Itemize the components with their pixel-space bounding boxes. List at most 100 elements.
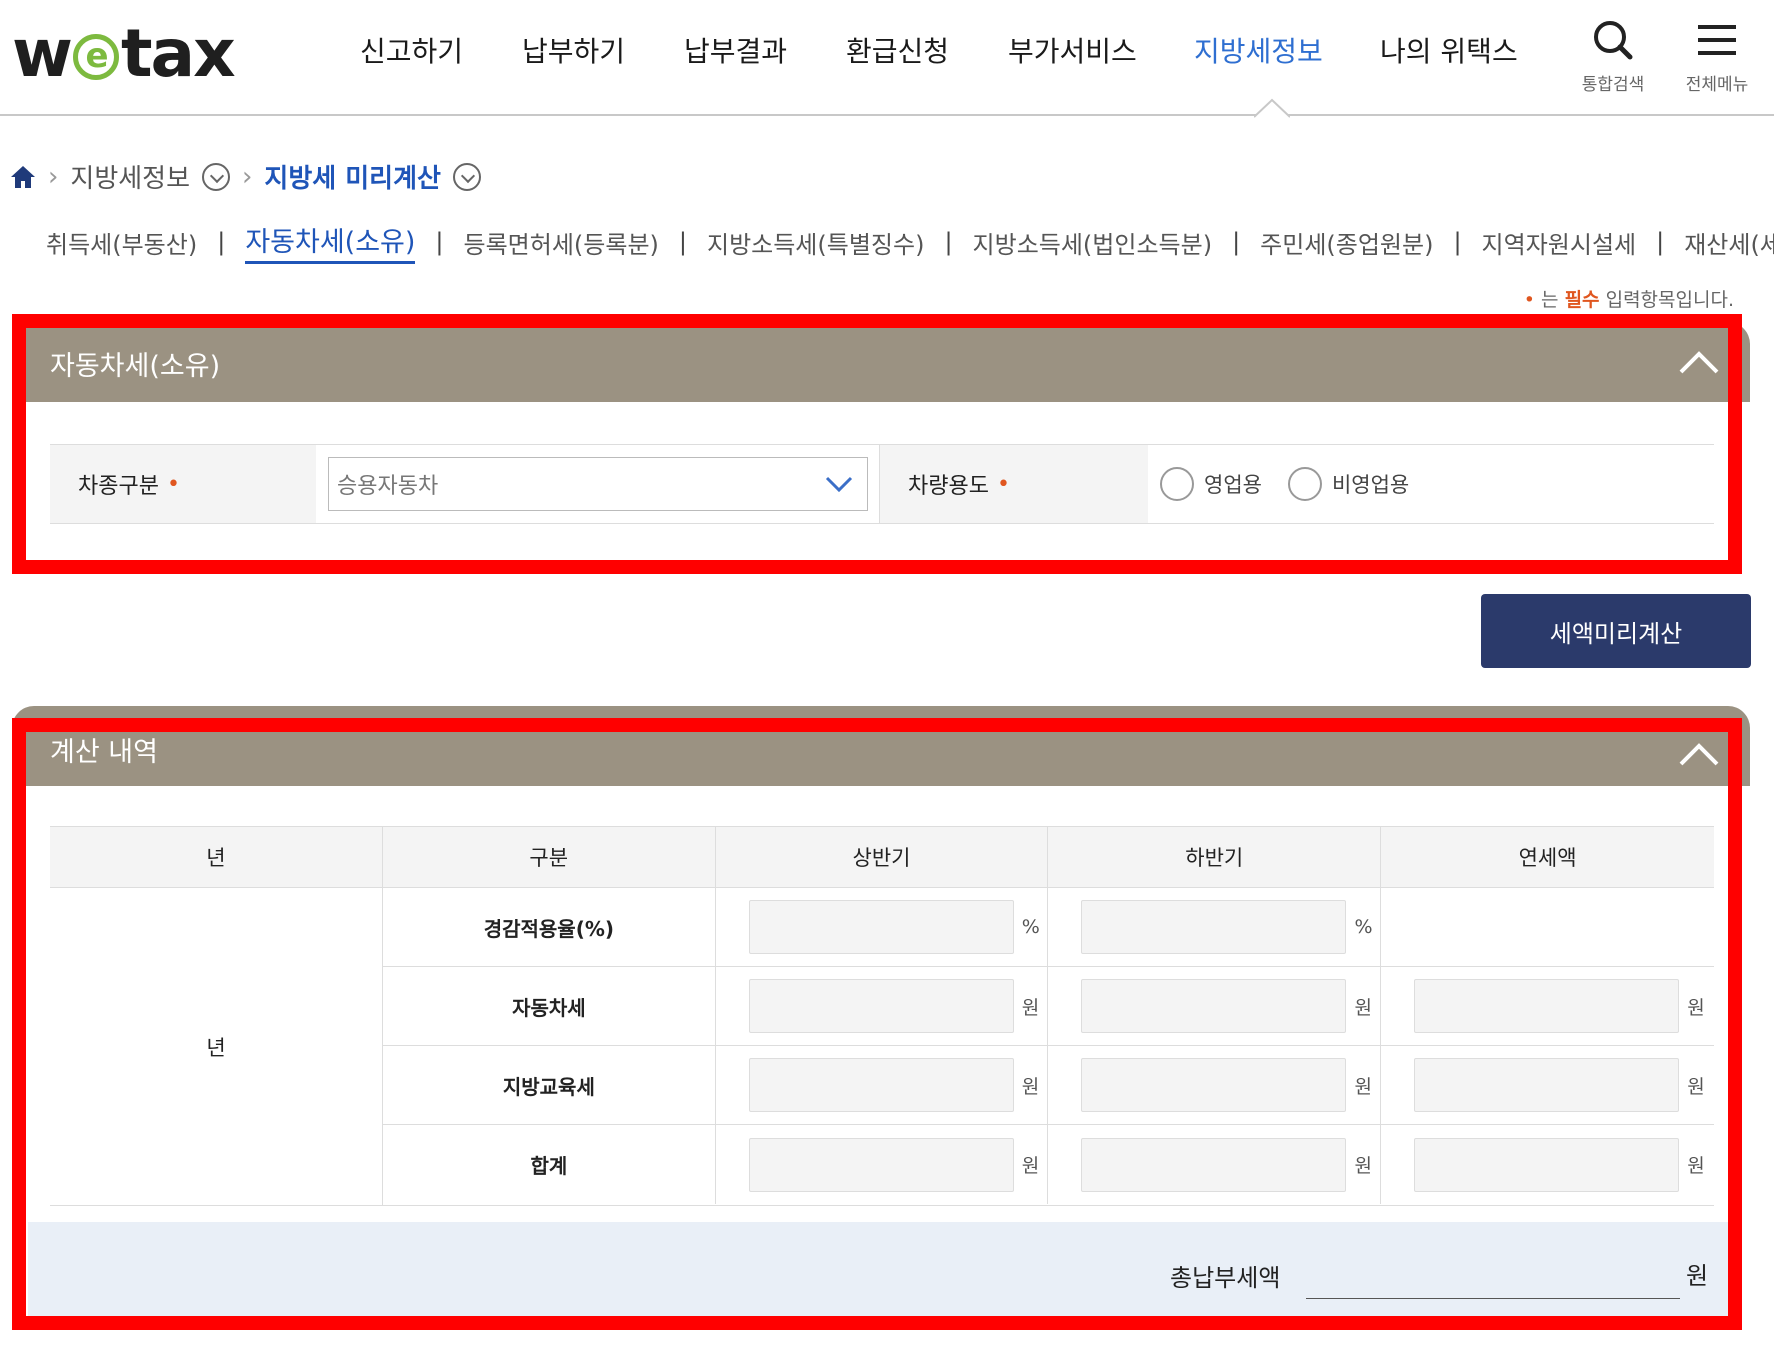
total-payment-value-line	[1306, 1298, 1680, 1299]
row-label-local-education-tax: 지방교육세	[383, 1046, 716, 1124]
breadcrumb-separator-icon: ›	[48, 161, 59, 192]
nav-payment-result[interactable]: 납부결과	[684, 30, 846, 70]
breadcrumb-level1[interactable]: 지방세정보	[70, 158, 190, 195]
breadcrumb-separator-icon: ›	[242, 161, 253, 192]
total-payment-unit: 원	[1686, 1262, 1709, 1290]
tab-divider: |	[944, 228, 953, 256]
hamburger-menu-icon	[1698, 25, 1736, 55]
result-table-body: 년 경감적용율(%) % % 자동차세 원 원 원 지방교육세 원 원 원 합계…	[50, 888, 1714, 1206]
col-year: 년	[50, 827, 383, 887]
year-cell: 년	[50, 888, 383, 1206]
breadcrumb: › 지방세정보 › 지방세 미리계산	[10, 158, 481, 195]
tax-subtabs: 취득세(부동산) | 자동차세(소유) | 등록면허세(등록분) | 지방소득세…	[46, 220, 1774, 264]
row-label-reduction-rate: 경감적용율(%)	[383, 888, 716, 966]
subtab-property-tax[interactable]: 재산세(세율특례)	[1684, 225, 1774, 260]
vehicle-tax-panel-header: 자동차세(소유)	[12, 322, 1750, 402]
required-fields-note: • 는 필수 입력항목입니다.	[1523, 289, 1734, 311]
vehicle-tax-annual-field	[1414, 979, 1680, 1033]
usage-radio-commercial[interactable]: 영업용	[1160, 467, 1262, 501]
table-row: 지방교육세 원 원 원	[383, 1046, 1714, 1125]
table-row: 자동차세 원 원 원	[383, 967, 1714, 1046]
vehicle-usage-label: 차량용도	[908, 474, 989, 499]
table-row: 합계 원 원 원	[383, 1125, 1714, 1204]
search-label: 통합검색	[1581, 75, 1645, 95]
nav-additional-services[interactable]: 부가서비스	[1008, 30, 1194, 70]
menu-label: 전체메뉴	[1685, 75, 1749, 95]
nav-my-wetax[interactable]: 나의 위택스	[1380, 30, 1530, 70]
radio-circle[interactable]	[1160, 467, 1194, 501]
tab-divider: |	[217, 228, 226, 256]
logo-e-circle: e	[72, 34, 119, 80]
total-second-half-field	[1081, 1137, 1347, 1192]
nav-file-return[interactable]: 신고하기	[360, 30, 522, 70]
collapse-chevron-up-icon[interactable]	[1678, 346, 1720, 376]
chevron-down-icon	[825, 476, 853, 493]
vehicle-type-label-cell: 차종구분 •	[50, 445, 316, 523]
unit-label: 원	[1687, 1155, 1705, 1177]
panel-title: 자동차세(소유)	[50, 351, 221, 382]
unit-label: %	[1021, 916, 1040, 938]
subtab-vehicle-tax[interactable]: 자동차세(소유)	[245, 220, 416, 264]
subtab-local-income-tax-special[interactable]: 지방소득세(특별징수)	[707, 225, 924, 260]
nav-refund[interactable]: 환급신청	[846, 30, 1008, 70]
vehicle-usage-cell: 영업용 비영업용	[1148, 445, 1435, 523]
education-tax-first-half-field	[748, 1058, 1014, 1112]
home-icon[interactable]	[10, 165, 36, 189]
collapse-chevron-up-icon[interactable]	[1678, 738, 1720, 768]
logo-text-w: w	[12, 14, 73, 92]
required-mark: •	[996, 471, 1010, 497]
tab-divider: |	[1453, 228, 1462, 256]
vehicle-type-select[interactable]: 승용자동차	[328, 457, 868, 511]
panel-title: 계산 내역	[50, 737, 158, 768]
breadcrumb-level1-dropdown-icon[interactable]	[202, 162, 231, 191]
unit-label: 원	[1354, 1155, 1372, 1177]
col-category: 구분	[383, 827, 716, 887]
subtab-acquisition-tax[interactable]: 취득세(부동산)	[46, 225, 197, 260]
radio-circle[interactable]	[1287, 467, 1322, 501]
education-tax-second-half-field	[1081, 1058, 1347, 1112]
usage-option-commercial: 영업용	[1204, 473, 1262, 497]
search-icon	[1594, 21, 1633, 60]
col-annual: 연세액	[1518, 846, 1577, 870]
unit-label: 원	[1687, 1075, 1705, 1098]
unit-label: 원	[1021, 996, 1040, 1019]
row-label-vehicle-tax: 자동차세	[383, 967, 716, 1045]
unit-label: 원	[1687, 996, 1705, 1019]
table-row: 경감적용율(%) % %	[383, 888, 1714, 967]
result-table-header: 년 구분 상반기 하반기 연세액	[50, 826, 1714, 888]
usage-option-noncommercial: 비영업용	[1331, 473, 1410, 497]
active-nav-indicator	[1254, 98, 1290, 118]
subtab-local-income-tax-corporate[interactable]: 지방소득세(법인소득분)	[973, 225, 1213, 260]
all-menu[interactable]: 전체메뉴	[1672, 18, 1762, 95]
breadcrumb-level2[interactable]: 지방세 미리계산	[264, 158, 441, 195]
nav-local-tax-info[interactable]: 지방세정보	[1194, 30, 1380, 70]
wetax-logo[interactable]: w e tax	[12, 15, 236, 92]
unit-label: 원	[1354, 1075, 1372, 1098]
tab-divider: |	[1656, 228, 1665, 256]
subtab-regional-resource-tax[interactable]: 지역자원시설세	[1482, 225, 1637, 260]
calculate-tax-button[interactable]: 세액미리계산	[1481, 594, 1751, 668]
col-second-half: 하반기	[1048, 827, 1382, 887]
tab-divider: |	[1232, 228, 1241, 256]
unit-label: %	[1354, 916, 1373, 938]
total-annual-field	[1414, 1137, 1680, 1192]
subtab-registration-license-tax[interactable]: 등록면허세(등록분)	[464, 225, 659, 260]
col-first-half: 상반기	[716, 827, 1049, 887]
row-label-total: 합계	[383, 1125, 716, 1204]
vehicle-form-row: 차종구분 • 승용자동차 차량용도 • 영업용 비영업용	[50, 444, 1714, 524]
reduction-rate-first-half-field	[748, 900, 1014, 954]
usage-radio-noncommercial[interactable]: 비영업용	[1287, 467, 1410, 501]
tab-divider: |	[435, 228, 444, 256]
integrated-search[interactable]: 통합검색	[1568, 18, 1658, 95]
result-panel-header: 계산 내역	[12, 706, 1750, 786]
education-tax-annual-field	[1414, 1058, 1680, 1112]
breadcrumb-level2-dropdown-icon[interactable]	[452, 162, 481, 191]
vehicle-tax-first-half-field	[748, 979, 1014, 1033]
nav-payment[interactable]: 납부하기	[522, 30, 684, 70]
vehicle-tax-second-half-field	[1081, 979, 1347, 1033]
total-payment-bar: 총납부세액 원	[28, 1222, 1728, 1326]
tab-divider: |	[678, 228, 687, 256]
subtab-resident-tax[interactable]: 주민세(종업원분)	[1260, 225, 1433, 260]
vehicle-type-selected: 승용자동차	[337, 474, 439, 499]
logo-text-tax: tax	[120, 14, 236, 92]
